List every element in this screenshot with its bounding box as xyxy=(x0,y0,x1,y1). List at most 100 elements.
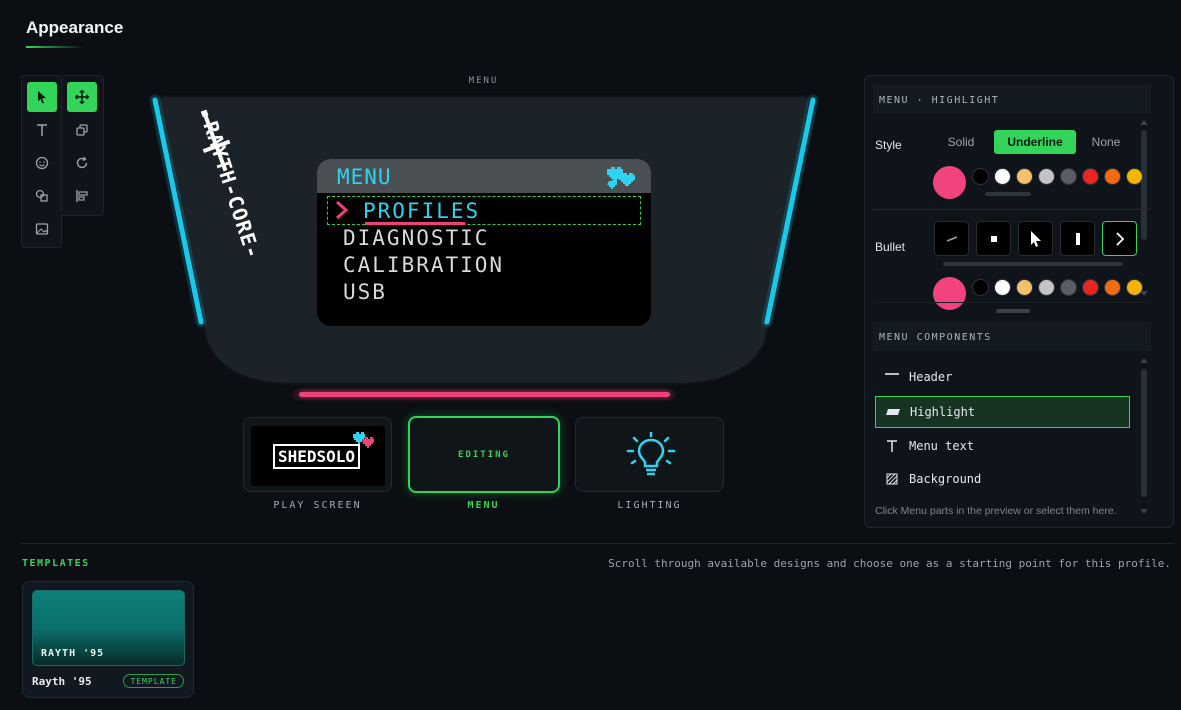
shapes-tool-button[interactable] xyxy=(27,181,57,211)
bullet-option-bar[interactable] xyxy=(1060,221,1095,256)
bullet-option-arrow[interactable] xyxy=(1018,221,1053,256)
image-tool-button[interactable] xyxy=(27,214,57,244)
menu-header[interactable]: MENU xyxy=(317,159,651,193)
device-screen[interactable]: MENU PROFILES DIAGNOSTIC CALIBRATION USB xyxy=(317,159,651,326)
properties-scrollbar[interactable] xyxy=(1141,130,1147,240)
pink-light-bar[interactable] xyxy=(299,392,670,397)
color-swatch-gray[interactable] xyxy=(1060,168,1077,185)
component-highlight-label: Highlight xyxy=(910,405,976,419)
text-icon xyxy=(875,439,909,453)
duplicate-tool-button[interactable] xyxy=(67,115,97,145)
color-swatch-red[interactable] xyxy=(1082,279,1099,296)
menu-screen-label: MENU xyxy=(467,500,500,511)
color-swatch-white[interactable] xyxy=(994,168,1011,185)
bar-bullet-icon xyxy=(1075,232,1080,245)
style-option-none[interactable]: None xyxy=(1084,130,1128,154)
play-screen-label: PLAY SCREEN xyxy=(273,500,362,511)
preview-mode-label: MENU xyxy=(468,76,499,86)
color-swatch-light-gray[interactable] xyxy=(1038,279,1055,296)
color-swatch-peach[interactable] xyxy=(1016,168,1033,185)
hearts-icon xyxy=(607,167,635,189)
shedsolo-logo: SHEDSOLO xyxy=(273,444,361,469)
scroll-up-icon[interactable] xyxy=(1139,118,1149,126)
bullet-color-swatch[interactable] xyxy=(933,277,966,310)
color-swatch-red[interactable] xyxy=(1082,168,1099,185)
component-background[interactable]: Background xyxy=(875,463,1130,495)
tool-palette xyxy=(21,75,104,248)
menu-item-calibration[interactable]: CALIBRATION xyxy=(343,253,504,277)
template-preview-name: RAYTH '95 xyxy=(41,648,105,659)
style-option-underline[interactable]: Underline xyxy=(994,130,1076,154)
bullet-option-dash[interactable] xyxy=(934,221,969,256)
chevron-bullet-icon xyxy=(1115,231,1124,246)
bullet-row-scrollbar[interactable] xyxy=(943,262,1123,266)
select-icon xyxy=(38,91,46,104)
color-swatch-yellow[interactable] xyxy=(1126,168,1143,185)
component-highlight[interactable]: Highlight xyxy=(875,396,1130,428)
color-swatch-black[interactable] xyxy=(972,279,989,296)
properties-panel: MENU · HIGHLIGHT Style Solid Underline N… xyxy=(864,75,1174,528)
title-underline xyxy=(26,46,84,48)
template-card[interactable]: RAYTH '95 Rayth '95 TEMPLATE xyxy=(22,581,194,698)
section-divider xyxy=(873,209,1151,210)
menu-item-usb[interactable]: USB xyxy=(343,280,387,304)
menu-header-title: MENU xyxy=(337,165,392,189)
lighting-screen-thumbnail[interactable] xyxy=(575,417,724,492)
menu-item-diagnostic[interactable]: DIAGNOSTIC xyxy=(343,226,489,250)
highlight-color-swatch[interactable] xyxy=(933,166,966,199)
section-separator xyxy=(20,543,1174,544)
tool-column-secondary xyxy=(62,75,104,216)
template-preview: RAYTH '95 xyxy=(32,590,185,666)
bullet-chevron-icon xyxy=(336,200,349,220)
play-screen-thumbnail[interactable]: SHEDSOLO xyxy=(243,417,392,492)
color-swatch-peach[interactable] xyxy=(1016,279,1033,296)
dot-bullet-icon xyxy=(990,235,997,242)
template-name: Rayth '95 xyxy=(32,675,92,688)
color-swatch-white[interactable] xyxy=(994,279,1011,296)
tool-column-primary xyxy=(21,75,62,248)
color-swatch-light-gray[interactable] xyxy=(1038,168,1055,185)
section-divider xyxy=(873,302,1151,303)
scroll-down-icon[interactable] xyxy=(1139,508,1149,516)
rotate-icon xyxy=(76,156,88,169)
bullet-option-chevron[interactable] xyxy=(1102,221,1137,256)
components-section-header: MENU COMPONENTS xyxy=(873,322,1151,351)
shapes-icon xyxy=(35,189,48,202)
component-header[interactable]: Header xyxy=(875,361,1130,393)
color-swatch-orange[interactable] xyxy=(1104,279,1121,296)
color-swatch-gray[interactable] xyxy=(1060,279,1077,296)
background-icon xyxy=(875,473,909,485)
text-tool-button[interactable] xyxy=(27,115,57,145)
templates-hint: Scroll through available designs and cho… xyxy=(608,557,1171,570)
color-row-scrollbar[interactable] xyxy=(985,192,1031,196)
move-tool-button[interactable] xyxy=(67,82,97,112)
component-header-label: Header xyxy=(909,370,953,384)
emoji-tool-button[interactable] xyxy=(27,148,57,178)
scroll-up-icon[interactable] xyxy=(1139,356,1149,364)
highlight-underline xyxy=(365,222,465,225)
style-label: Style xyxy=(875,138,902,152)
rotate-tool-button[interactable] xyxy=(67,148,97,178)
panel-resize-handle[interactable] xyxy=(996,309,1030,313)
menu-screen-thumbnail[interactable]: EDITING xyxy=(408,416,560,493)
image-icon xyxy=(35,223,49,235)
dash-bullet-icon xyxy=(946,235,957,242)
style-option-solid[interactable]: Solid xyxy=(935,130,987,154)
bullet-option-dot[interactable] xyxy=(976,221,1011,256)
highlight-icon xyxy=(876,407,910,417)
components-scrollbar[interactable] xyxy=(1141,369,1147,497)
select-tool-button[interactable] xyxy=(27,82,57,112)
align-icon xyxy=(76,190,88,202)
editing-status: EDITING xyxy=(458,450,510,460)
menu-item-profiles[interactable]: PROFILES xyxy=(363,199,480,223)
move-icon xyxy=(74,89,90,105)
component-menu-text[interactable]: Menu text xyxy=(875,430,1130,462)
highlight-section-header: MENU · HIGHLIGHT xyxy=(873,85,1151,114)
bullet-label: Bullet xyxy=(875,240,906,254)
page-title: Appearance xyxy=(26,18,124,37)
color-swatch-yellow[interactable] xyxy=(1126,279,1143,296)
color-swatch-orange[interactable] xyxy=(1104,168,1121,185)
template-badge: TEMPLATE xyxy=(123,674,184,688)
color-swatch-black[interactable] xyxy=(972,168,989,185)
align-tool-button[interactable] xyxy=(67,181,97,211)
